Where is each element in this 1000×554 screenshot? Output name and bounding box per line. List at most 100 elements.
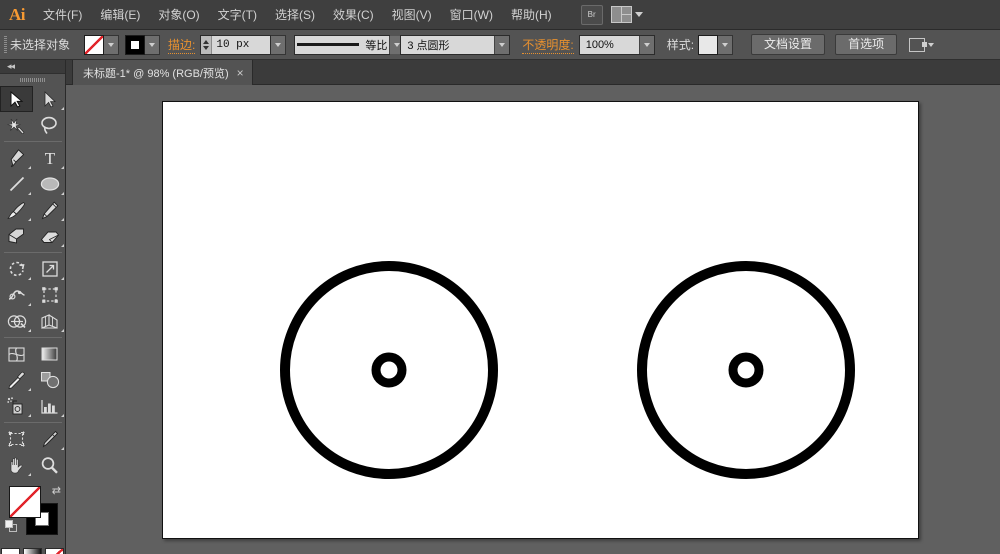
menu-view[interactable]: 视图(V) bbox=[383, 0, 441, 30]
flyout-indicator-icon bbox=[28, 166, 31, 169]
gradient-button[interactable] bbox=[23, 548, 42, 554]
document-setup-button[interactable]: 文档设置 bbox=[751, 34, 825, 55]
menu-object[interactable]: 对象(O) bbox=[149, 0, 208, 30]
tool-pen[interactable] bbox=[0, 145, 33, 171]
tools-grid: T bbox=[0, 86, 66, 478]
tool-selection[interactable] bbox=[0, 86, 33, 112]
menu-window[interactable]: 窗口(W) bbox=[441, 0, 502, 30]
artwork bbox=[163, 102, 920, 540]
tool-hand[interactable] bbox=[0, 452, 33, 478]
stroke-weight-value[interactable]: 10 px bbox=[212, 36, 270, 54]
tool-slice[interactable] bbox=[33, 426, 66, 452]
flyout-indicator-icon bbox=[61, 192, 64, 195]
chevron-down-icon bbox=[499, 43, 505, 47]
stroke-swatch-group[interactable] bbox=[125, 35, 160, 55]
menu-select[interactable]: 选择(S) bbox=[266, 0, 324, 30]
small-circle-right[interactable] bbox=[733, 357, 759, 383]
stroke-weight-field[interactable]: 10 px bbox=[200, 35, 271, 55]
stroke-weight-label[interactable]: 描边: bbox=[168, 36, 195, 54]
tools-divider bbox=[4, 422, 62, 423]
tool-eraser[interactable] bbox=[33, 223, 66, 249]
stroke-dropdown-button[interactable] bbox=[145, 35, 160, 55]
transparency-options-button[interactable] bbox=[909, 38, 934, 52]
opacity-value[interactable]: 100% bbox=[580, 39, 620, 51]
tool-blend[interactable] bbox=[33, 367, 66, 393]
opacity-dropdown-button[interactable] bbox=[639, 36, 654, 54]
tools-divider bbox=[4, 141, 62, 142]
opacity-combo[interactable]: 100% bbox=[579, 35, 655, 55]
brush-definition-dropdown-button[interactable] bbox=[494, 36, 509, 54]
flyout-indicator-icon bbox=[28, 218, 31, 221]
arrange-documents-button[interactable] bbox=[611, 6, 643, 23]
tool-paintbrush[interactable] bbox=[0, 197, 33, 223]
tool-eyedropper[interactable] bbox=[0, 367, 33, 393]
brush-definition-combo[interactable]: 3 点圆形 bbox=[400, 35, 510, 55]
artboard[interactable] bbox=[162, 101, 919, 539]
tool-magic-wand[interactable] bbox=[0, 112, 33, 138]
tool-artboard[interactable] bbox=[0, 426, 33, 452]
stroke-profile-combo[interactable]: 等比 bbox=[294, 35, 390, 55]
flyout-indicator-icon bbox=[28, 277, 31, 280]
tool-free-transform[interactable] bbox=[33, 282, 66, 308]
tool-scale[interactable] bbox=[33, 256, 66, 282]
control-bar-grip[interactable] bbox=[0, 30, 10, 60]
fill-swatch-group[interactable] bbox=[84, 35, 119, 55]
chevron-down-icon bbox=[644, 43, 650, 47]
tool-direct-selection[interactable] bbox=[33, 86, 66, 112]
go-to-bridge-button[interactable]: Br bbox=[581, 5, 603, 25]
flyout-indicator-icon bbox=[61, 447, 64, 450]
chevron-down-icon bbox=[275, 43, 281, 47]
menu-effect[interactable]: 效果(C) bbox=[324, 0, 383, 30]
stroke-weight-dropdown-button[interactable] bbox=[271, 35, 286, 55]
tool-width[interactable] bbox=[0, 282, 33, 308]
tool-ellipse[interactable] bbox=[33, 171, 66, 197]
canvas-area[interactable] bbox=[66, 85, 1000, 554]
menu-type[interactable]: 文字(T) bbox=[209, 0, 266, 30]
tool-line-segment[interactable] bbox=[0, 171, 33, 197]
tool-zoom[interactable] bbox=[33, 452, 66, 478]
stroke-profile-value: 等比 bbox=[359, 37, 389, 53]
tool-type[interactable]: T bbox=[33, 145, 66, 171]
tools-panel-collapse-button[interactable]: ◂◂ bbox=[0, 60, 65, 74]
none-button[interactable] bbox=[45, 548, 64, 554]
stroke-weight-stepper[interactable] bbox=[201, 36, 212, 54]
fill-swatch[interactable] bbox=[84, 35, 104, 55]
preferences-button[interactable]: 首选项 bbox=[835, 34, 897, 55]
tools-divider bbox=[4, 337, 62, 338]
large-circle-left[interactable] bbox=[285, 266, 493, 474]
document-tab[interactable]: 未标题-1* @ 98% (RGB/预览) × bbox=[72, 60, 253, 85]
tool-shape-builder[interactable] bbox=[0, 308, 33, 334]
style-dropdown-button[interactable] bbox=[718, 35, 733, 55]
tool-rotate[interactable] bbox=[0, 256, 33, 282]
tool-mesh[interactable] bbox=[0, 341, 33, 367]
fill-dropdown-button[interactable] bbox=[104, 35, 119, 55]
tool-perspective-grid[interactable] bbox=[33, 308, 66, 334]
menu-file[interactable]: 文件(F) bbox=[34, 0, 91, 30]
menu-help[interactable]: 帮助(H) bbox=[502, 0, 561, 30]
small-circle-left[interactable] bbox=[376, 357, 402, 383]
color-button[interactable] bbox=[1, 548, 20, 554]
toolbar-fill-swatch[interactable] bbox=[9, 486, 41, 518]
opacity-label[interactable]: 不透明度: bbox=[522, 36, 573, 54]
tools-panel-grip[interactable] bbox=[0, 74, 65, 86]
tool-blob-brush[interactable] bbox=[0, 223, 33, 249]
stroke-swatch[interactable] bbox=[125, 35, 145, 55]
large-circle-right[interactable] bbox=[642, 266, 850, 474]
swap-fill-stroke-icon[interactable]: ⇄ bbox=[52, 484, 61, 497]
menu-edit[interactable]: 编辑(E) bbox=[91, 0, 149, 30]
tool-pencil[interactable] bbox=[33, 197, 66, 223]
flyout-indicator-icon bbox=[28, 473, 31, 476]
default-fill-stroke-icon[interactable] bbox=[5, 520, 18, 533]
tool-column-graph[interactable] bbox=[33, 393, 66, 419]
style-swatch[interactable] bbox=[698, 35, 718, 55]
flyout-indicator-icon bbox=[61, 329, 64, 332]
flyout-indicator-icon bbox=[61, 166, 64, 169]
flyout-indicator-icon bbox=[61, 107, 64, 110]
close-icon[interactable]: × bbox=[237, 67, 244, 79]
tool-gradient[interactable] bbox=[33, 341, 66, 367]
flyout-indicator-icon bbox=[61, 218, 64, 221]
tool-lasso[interactable] bbox=[33, 112, 66, 138]
arrange-documents-icon bbox=[611, 6, 632, 23]
style-swatch-group[interactable] bbox=[698, 35, 733, 55]
tool-symbol-sprayer[interactable] bbox=[0, 393, 33, 419]
